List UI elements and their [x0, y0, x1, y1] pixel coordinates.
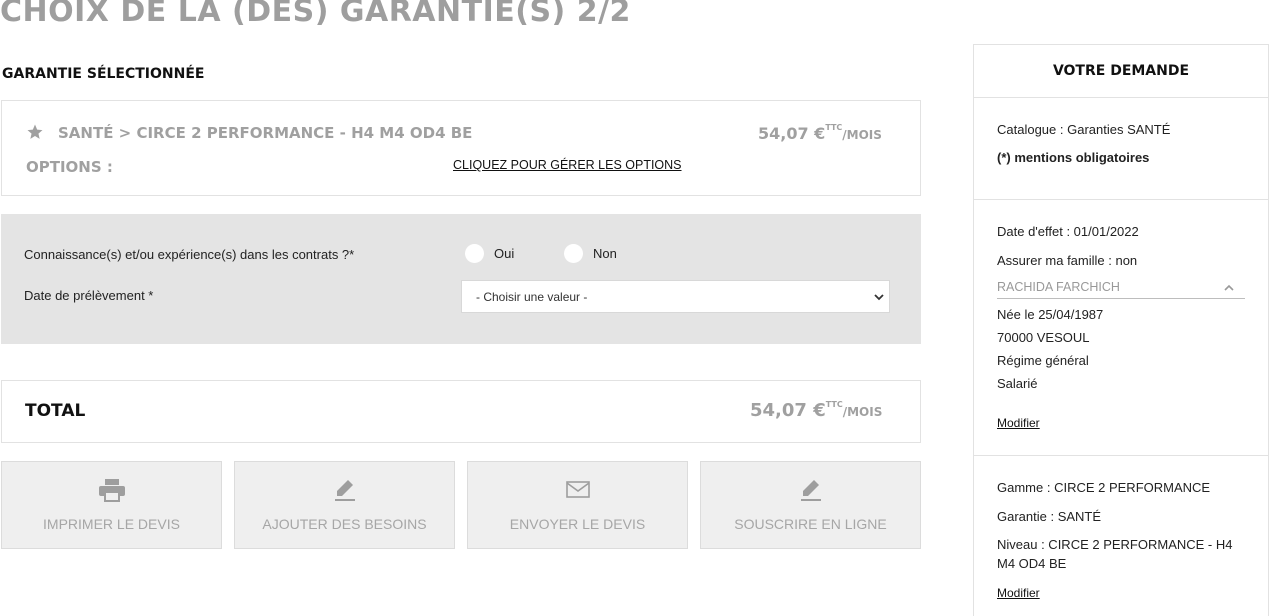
pencil-icon — [334, 480, 355, 501]
request-summary-sidebar: VOTRE DEMANDE Catalogue : Garanties SANT… — [973, 44, 1269, 616]
total-price: 54,07 €TTC/MOIS — [750, 400, 882, 421]
city-line: 70000 VESOUL — [997, 330, 1090, 345]
guarantee-name: SANTÉ > CIRCE 2 PERFORMANCE - H4 M4 OD4 … — [58, 124, 473, 142]
send-quote-button[interactable]: ENVOYER LE DEVIS — [467, 461, 688, 549]
print-quote-label: IMPRIMER LE DEVIS — [43, 516, 180, 532]
star-icon — [27, 124, 43, 139]
regime-line: Régime général — [997, 353, 1089, 368]
date-prelevement-value: - Choisir une valeur - — [476, 290, 588, 304]
niveau-line-1: Niveau : CIRCE 2 PERFORMANCE - H4 — [997, 537, 1233, 552]
radio-oui[interactable]: Oui — [465, 244, 514, 263]
chevron-down-icon — [874, 294, 884, 301]
total-price-amount: 54,07 € — [750, 400, 826, 421]
knowledge-question-label: Connaissance(s) et/ou expérience(s) dans… — [24, 247, 355, 262]
subscribe-online-button[interactable]: SOUSCRIRE EN LIGNE — [700, 461, 921, 549]
insured-section: Date d'effet : 01/01/2022 Assurer ma fam… — [974, 200, 1268, 456]
guarantee-price-ttc: TTC — [825, 123, 843, 132]
options-label: OPTIONS : — [26, 158, 113, 176]
assurer-famille-line: Assurer ma famille : non — [997, 253, 1138, 268]
envelope-icon — [565, 481, 590, 498]
total-card: TOTAL 54,07 €TTC/MOIS — [1, 380, 921, 443]
manage-options-link[interactable]: CLIQUEZ POUR GÉRER LES OPTIONS — [453, 158, 682, 172]
total-price-period: /MOIS — [842, 405, 883, 419]
section-title: GARANTIE SÉLECTIONNÉE — [2, 66, 205, 82]
total-price-ttc: TTC — [825, 400, 843, 409]
selected-guarantee-card: SANTÉ > CIRCE 2 PERFORMANCE - H4 M4 OD4 … — [1, 100, 921, 196]
total-label: TOTAL — [25, 401, 86, 421]
date-prelevement-label: Date de prélèvement * — [24, 288, 154, 303]
sidebar-title: VOTRE DEMANDE — [974, 45, 1268, 98]
gamme-line: Gamme : CIRCE 2 PERFORMANCE — [997, 480, 1211, 495]
modify-insured-link[interactable]: Modifier — [997, 416, 1040, 430]
date-effet-line: Date d'effet : 01/01/2022 — [997, 224, 1139, 239]
modify-product-link[interactable]: Modifier — [997, 586, 1040, 600]
chevron-up-icon — [1224, 284, 1234, 291]
garantie-line: Garantie : SANTÉ — [997, 509, 1102, 524]
printer-icon — [98, 479, 125, 502]
print-quote-button[interactable]: IMPRIMER LE DEVIS — [1, 461, 222, 549]
person-accordion[interactable]: RACHIDA FARCHICH — [997, 280, 1245, 299]
guarantee-price: 54,07 €TTC/MOIS — [758, 123, 882, 143]
status-line: Salarié — [997, 376, 1038, 391]
send-quote-label: ENVOYER LE DEVIS — [509, 516, 646, 532]
questions-panel: Connaissance(s) et/ou expérience(s) dans… — [1, 214, 921, 344]
person-name: RACHIDA FARCHICH — [997, 280, 1120, 294]
birth-line: Née le 25/04/1987 — [997, 307, 1104, 322]
radio-non[interactable]: Non — [564, 244, 617, 263]
radio-non-label: Non — [593, 246, 617, 261]
add-needs-button[interactable]: AJOUTER DES BESOINS — [234, 461, 455, 549]
date-prelevement-select[interactable]: - Choisir une valeur - — [461, 280, 890, 313]
page-title: CHOIX DE LA (DES) GARANTIE(S) 2/2 — [0, 0, 631, 29]
radio-non-circle[interactable] — [564, 244, 583, 263]
catalogue-line: Catalogue : Garanties SANTÉ — [997, 122, 1171, 137]
mandatory-note: (*) mentions obligatoires — [997, 150, 1150, 165]
radio-oui-circle[interactable] — [465, 244, 484, 263]
radio-oui-label: Oui — [494, 246, 515, 261]
niveau-line-2: M4 OD4 BE — [997, 556, 1067, 571]
guarantee-price-period: /MOIS — [842, 128, 882, 142]
catalogue-section: Catalogue : Garanties SANTÉ (*) mentions… — [974, 98, 1268, 200]
product-section: Gamme : CIRCE 2 PERFORMANCE Garantie : S… — [974, 456, 1268, 616]
add-needs-label: AJOUTER DES BESOINS — [262, 516, 427, 532]
guarantee-price-amount: 54,07 € — [758, 124, 826, 143]
subscribe-online-label: SOUSCRIRE EN LIGNE — [734, 516, 887, 532]
pencil-icon — [800, 480, 821, 501]
